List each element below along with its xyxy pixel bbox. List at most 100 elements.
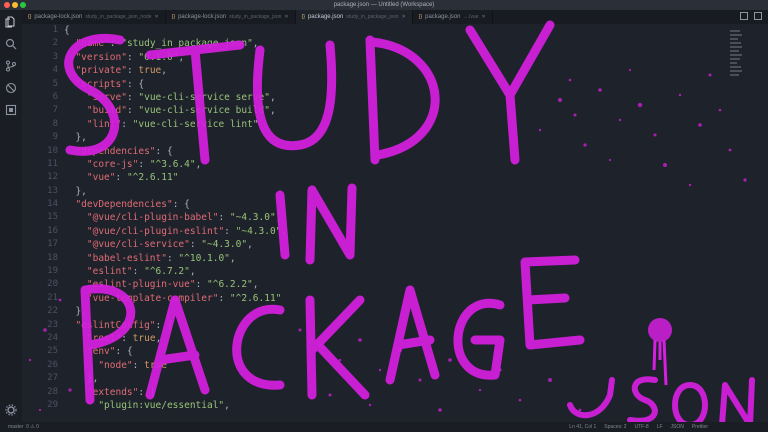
tab-label: package-lock.json — [34, 14, 83, 20]
code-line[interactable]: }, — [64, 185, 287, 198]
close-tab-icon[interactable]: ✕ — [284, 14, 288, 20]
code-token: , — [195, 158, 202, 170]
code-line[interactable]: }, — [64, 372, 287, 385]
code-content[interactable]: { "name": "study_in_package_json", "vers… — [64, 24, 287, 412]
line-number: 23 — [47, 319, 58, 330]
code-token: "dependencies" — [75, 145, 156, 157]
indentation-setting[interactable]: Spaces: 2 — [604, 422, 626, 432]
code-line[interactable]: "lint": "vue-cli-service lint" — [64, 118, 287, 131]
code-line[interactable]: "name": "study_in_package_json", — [64, 37, 287, 50]
code-line[interactable]: "vue": "^2.6.11" — [64, 171, 287, 184]
code-token: "core-js" — [86, 158, 139, 170]
line-number: 2 — [52, 38, 58, 49]
code-token: "node" — [98, 359, 133, 371]
settings-gear-icon[interactable] — [5, 404, 17, 416]
code-line[interactable]: "@vue/cli-plugin-eslint": "~4.3.0", — [64, 225, 287, 238]
status-bar: master 0 ⚠ 0 Ln 41, Col 1 Spaces: 2 UTF-… — [0, 422, 768, 432]
debug-icon[interactable] — [5, 82, 17, 94]
formatter-status[interactable]: Prettier — [692, 422, 708, 432]
code-line[interactable]: "scripts": { — [64, 78, 287, 91]
code-line[interactable]: "node": true — [64, 359, 287, 372]
code-line[interactable]: "root": true, — [64, 332, 287, 345]
code-line[interactable]: "build": "vue-cli-service build", — [64, 104, 287, 117]
code-line[interactable]: { — [64, 24, 287, 37]
language-mode[interactable]: JSON — [671, 422, 684, 432]
code-line[interactable]: "@vue/cli-plugin-babel": "~4.3.0", — [64, 211, 287, 224]
code-line[interactable]: "core-js": "^3.6.4", — [64, 158, 287, 171]
search-icon[interactable] — [5, 38, 17, 50]
code-token: "eslint" — [86, 266, 133, 278]
cursor-position[interactable]: Ln 41, Col 1 — [569, 422, 596, 432]
code-token: "~4.3.0" — [235, 225, 282, 237]
code-token: : — [218, 212, 230, 224]
code-token: "0.1.0" — [138, 51, 179, 63]
extensions-icon[interactable] — [5, 104, 17, 116]
code-token: "^2.6.11" — [229, 292, 282, 304]
tab-3[interactable]: {} package.json ..../vue ✕ — [413, 10, 493, 24]
code-line[interactable]: "babel-eslint": "^10.1.0", — [64, 252, 287, 265]
code-token: : — [121, 332, 133, 344]
code-line[interactable]: "eslint": "^6.7.2", — [64, 265, 287, 278]
split-editor-icon[interactable] — [740, 12, 748, 20]
code-token: "devDependencies" — [75, 199, 173, 211]
line-number: 3 — [52, 51, 58, 62]
code-token: "^3.6.4" — [149, 158, 196, 170]
code-line[interactable]: "@vue/cli-service": "~4.3.0", — [64, 238, 287, 251]
code-line[interactable]: }, — [64, 305, 287, 318]
code-token: "env" — [86, 346, 116, 358]
source-control-icon[interactable] — [5, 60, 17, 72]
code-line[interactable]: "extends": [ — [64, 386, 287, 399]
code-token: : — [126, 91, 139, 103]
code-line[interactable]: "eslintConfig": { — [64, 319, 287, 332]
json-file-icon: {} — [171, 14, 176, 20]
close-tab-icon[interactable]: ✕ — [481, 14, 485, 20]
code-token: "extends" — [86, 386, 139, 398]
code-line[interactable]: "devDependencies": { — [64, 198, 287, 211]
code-token: "@vue/cli-plugin-eslint" — [86, 225, 225, 237]
code-line[interactable]: "env": { — [64, 345, 287, 358]
code-line[interactable]: "plugin:vue/essential", — [64, 399, 287, 412]
more-actions-icon[interactable] — [754, 12, 762, 20]
code-line[interactable]: "private": true, — [64, 64, 287, 77]
line-number: 24 — [47, 332, 58, 343]
code-line[interactable]: "dependencies": { — [64, 145, 287, 158]
minimap[interactable] — [730, 30, 744, 90]
code-line[interactable]: "eslint-plugin-vue": "^6.2.2", — [64, 278, 287, 291]
code-token: "build" — [86, 105, 127, 117]
line-number: 17 — [47, 239, 58, 250]
tab-2[interactable]: {} package.json study_in_package_json ✕ — [295, 10, 413, 24]
code-line[interactable]: "vue-template-compiler": "^2.6.11" — [64, 292, 287, 305]
code-line[interactable]: "version": "0.1.0", — [64, 51, 287, 64]
code-token: : { — [172, 199, 190, 211]
code-token: "^6.7.2" — [144, 266, 190, 278]
close-tab-icon[interactable]: ✕ — [402, 14, 406, 20]
problems-indicator[interactable]: 0 ⚠ 0 — [26, 424, 39, 430]
git-branch-label[interactable]: master — [8, 424, 23, 430]
code-line[interactable]: }, — [64, 131, 287, 144]
code-token: : { — [115, 346, 133, 358]
tab-description: ..../vue — [463, 14, 479, 20]
code-token: , — [229, 252, 236, 264]
line-ending[interactable]: LF — [657, 422, 663, 432]
close-tab-icon[interactable]: ✕ — [155, 14, 159, 20]
explorer-icon[interactable] — [5, 16, 17, 28]
code-token: : { — [126, 78, 145, 90]
tab-1[interactable]: {} package-lock.json study_in_package_json… — [166, 10, 296, 24]
code-token: : — [138, 158, 150, 170]
code-editor[interactable]: 1 2 3 4 5 6 7 8 9 10 11 12 13 14 15 16 17 18 19 20 21 22 23 24 2… — [22, 24, 768, 422]
code-token: "@vue/cli-service" — [86, 239, 190, 251]
tab-0[interactable]: {} package-lock.json study_in_package_json… — [22, 10, 166, 24]
file-encoding[interactable]: UTF-8 — [635, 422, 649, 432]
code-line[interactable]: "serve": "vue-cli-service serve", — [64, 91, 287, 104]
code-token: "plugin:vue/essential" — [98, 399, 225, 411]
code-token: : — [109, 38, 122, 50]
code-token: , — [178, 51, 185, 63]
code-token: "eslintConfig" — [75, 319, 156, 331]
